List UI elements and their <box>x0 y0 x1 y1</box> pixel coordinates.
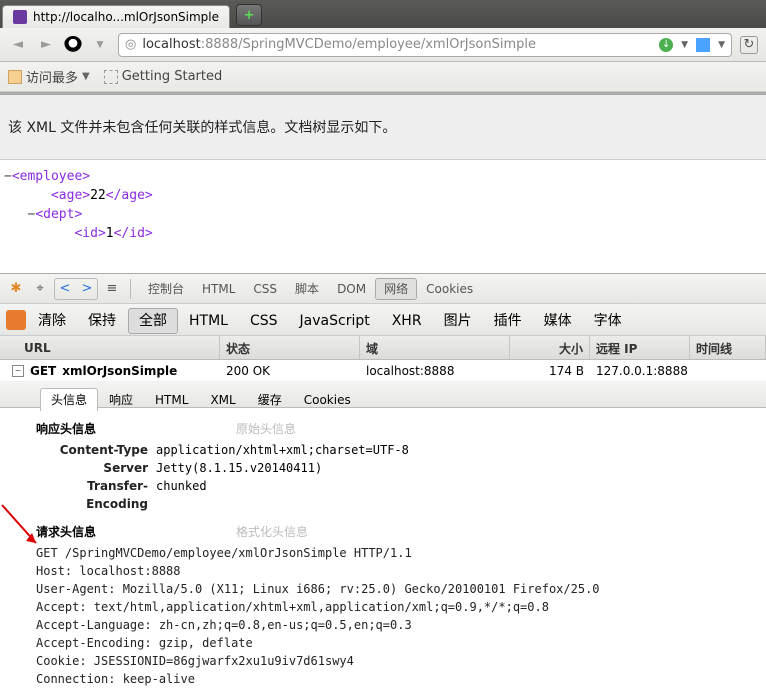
menu-icon[interactable]: ≡ <box>102 279 122 299</box>
devtools-tab-网络[interactable]: 网络 <box>375 278 417 300</box>
filter-JavaScript[interactable]: JavaScript <box>289 308 381 334</box>
filter-图片[interactable]: 图片 <box>433 308 483 334</box>
col-timeline[interactable]: 时间线 <box>690 336 766 359</box>
xml-tree-view: −<employee> <age>22</age> −<dept> <id>1<… <box>0 160 766 273</box>
devtools-toolbar: ✱ ⌖ < > ≡ 控制台HTMLCSS脚本DOM网络Cookies <box>0 274 766 304</box>
bookmark-dropdown-icon[interactable]: ▼ <box>681 40 688 50</box>
chevron-down-icon: ▼ <box>82 71 90 82</box>
headers-panel: 响应头信息 原始头信息 Content-Typeapplication/xhtml… <box>0 408 766 698</box>
response-headers-title: 响应头信息 <box>36 420 96 437</box>
filter-全部[interactable]: 全部 <box>128 308 178 334</box>
raw-request-headers: GET /SpringMVCDemo/employee/xmlOrJsonSim… <box>36 544 756 688</box>
navigation-bar: ◄ ► ▼ ◎ localhost:8888/SpringMVCDemo/emp… <box>0 28 766 62</box>
bookmark-most-visited[interactable]: 访问最多 ▼ <box>8 67 90 86</box>
address-bar[interactable]: ◎ localhost:8888/SpringMVCDemo/employee/… <box>118 33 732 57</box>
filter-HTML[interactable]: HTML <box>178 308 239 334</box>
col-domain[interactable]: 域 <box>360 336 510 359</box>
persist-button[interactable]: 保持 <box>78 306 126 334</box>
devtools-tab-Cookies[interactable]: Cookies <box>417 278 482 300</box>
network-row[interactable]: − GET xmlOrJsonSimple 200 OK localhost:8… <box>0 360 766 382</box>
download-icon[interactable]: ↓ <box>659 38 673 52</box>
header-row: Content-Typeapplication/xhtml+xml;charse… <box>36 441 756 459</box>
favicon-icon <box>13 10 27 24</box>
detail-tab-缓存[interactable]: 缓存 <box>247 388 293 411</box>
devtools-panel: ✱ ⌖ < > ≡ 控制台HTMLCSS脚本DOM网络Cookies 清除 保持… <box>0 273 766 698</box>
col-status[interactable]: 状态 <box>220 336 360 359</box>
devtools-sub-toolbar: 清除 保持 全部HTMLCSSJavaScriptXHR图片插件媒体字体 <box>0 304 766 336</box>
new-tab-button[interactable]: + <box>236 4 262 26</box>
back-icon[interactable]: < <box>55 279 75 299</box>
reload-button[interactable]: ↻ <box>740 36 758 54</box>
raw-headers-link[interactable]: 原始头信息 <box>236 420 296 437</box>
minus-icon[interactable]: − <box>12 365 24 377</box>
filter-CSS[interactable]: CSS <box>239 308 289 334</box>
bug-icon[interactable] <box>6 310 26 330</box>
xml-warning-message: 该 XML 文件并未包含任何关联的样式信息。文档树显示如下。 <box>0 92 766 160</box>
page-icon <box>104 70 118 84</box>
penguin-icon <box>64 36 82 54</box>
bookmarks-bar: 访问最多 ▼ Getting Started <box>0 62 766 92</box>
detail-tabs: 头信息响应HTMLXML缓存Cookies <box>0 382 766 408</box>
history-nav: < > <box>54 278 98 300</box>
col-url[interactable]: URL <box>0 336 220 359</box>
detail-tab-Cookies[interactable]: Cookies <box>293 388 362 411</box>
col-remote-ip[interactable]: 远程 IP <box>590 336 690 359</box>
request-headers-title: 请求头信息 <box>36 523 96 540</box>
device-dropdown-icon[interactable]: ▼ <box>718 40 725 50</box>
browser-tab[interactable]: http://localho...mlOrJsonSimple <box>2 5 230 28</box>
formatted-headers-link[interactable]: 格式化头信息 <box>236 523 308 540</box>
folder-icon <box>8 70 22 84</box>
url-text: localhost:8888/SpringMVCDemo/employee/xm… <box>142 37 536 52</box>
bookmark-getting-started[interactable]: Getting Started <box>104 69 223 84</box>
tab-title: http://localho...mlOrJsonSimple <box>33 10 219 24</box>
back-button[interactable]: ◄ <box>8 35 28 55</box>
network-table-header: URL 状态 域 大小 远程 IP 时间线 <box>0 336 766 360</box>
detail-tab-响应[interactable]: 响应 <box>98 388 144 411</box>
clear-button[interactable]: 清除 <box>28 306 76 334</box>
firebug-icon[interactable]: ✱ <box>6 279 26 299</box>
header-row: ServerJetty(8.1.15.v20140411) <box>36 459 756 477</box>
forward-icon[interactable]: > <box>77 279 97 299</box>
detail-tab-头信息[interactable]: 头信息 <box>40 388 98 411</box>
dropdown-icon[interactable]: ▼ <box>90 35 110 55</box>
forward-button[interactable]: ► <box>36 35 56 55</box>
inspect-icon[interactable]: ⌖ <box>30 279 50 299</box>
filter-字体[interactable]: 字体 <box>583 308 633 334</box>
filter-XHR[interactable]: XHR <box>381 308 433 334</box>
detail-tab-XML[interactable]: XML <box>199 388 246 411</box>
devtools-tab-脚本[interactable]: 脚本 <box>286 278 328 300</box>
devtools-tab-CSS[interactable]: CSS <box>244 278 286 300</box>
browser-tab-strip: http://localho...mlOrJsonSimple + <box>0 0 766 28</box>
filter-插件[interactable]: 插件 <box>483 308 533 334</box>
filter-媒体[interactable]: 媒体 <box>533 308 583 334</box>
devtools-tab-DOM[interactable]: DOM <box>328 278 375 300</box>
detail-tab-HTML[interactable]: HTML <box>144 388 199 411</box>
globe-icon: ◎ <box>125 37 136 52</box>
device-icon[interactable] <box>696 38 710 52</box>
header-row: Transfer-Encodingchunked <box>36 477 756 513</box>
devtools-tab-HTML[interactable]: HTML <box>193 278 244 300</box>
devtools-tab-控制台[interactable]: 控制台 <box>139 278 193 300</box>
col-size[interactable]: 大小 <box>510 336 590 359</box>
